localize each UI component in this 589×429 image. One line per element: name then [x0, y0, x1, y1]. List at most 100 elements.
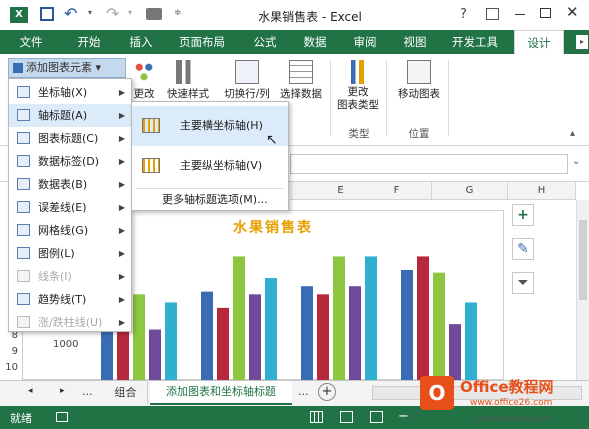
switch-row-column-button[interactable]: 切换行/列 [220, 60, 274, 101]
submenu-arrow-icon: ▶ [118, 203, 125, 212]
tab-formulas[interactable]: 公式 [242, 30, 288, 54]
chart-bar[interactable] [333, 256, 345, 381]
chart-bar[interactable] [365, 256, 377, 381]
sheet-tab-active[interactable]: 添加图表和坐标轴标题 [150, 381, 292, 405]
column-header-f[interactable]: F [362, 182, 432, 200]
tab-page-layout[interactable]: 页面布局 [168, 30, 236, 54]
customize-qat-icon[interactable]: ≑ [174, 8, 182, 18]
add-sheet-icon[interactable]: + [318, 383, 336, 401]
add-chart-element-button[interactable]: 添加图表元素 ▾ [8, 58, 126, 78]
page-layout-view-icon[interactable] [340, 411, 353, 423]
plot-area [101, 256, 477, 381]
y-axis-tick-label: 1000 [53, 339, 79, 350]
zoom-out-icon[interactable]: − [398, 409, 409, 424]
minimize-icon[interactable] [515, 14, 525, 15]
expand-formula-icon[interactable]: ⌄ [572, 156, 580, 167]
select-data-icon [289, 60, 313, 84]
tab-data[interactable]: 数据 [292, 30, 338, 54]
menu-item-2[interactable]: 图表标题(C) ▶ [9, 127, 131, 150]
formula-input[interactable] [290, 154, 568, 174]
submenu-arrow-icon: ▶ [118, 111, 125, 120]
chart-title[interactable]: 水果销售表 [218, 217, 328, 237]
collapse-ribbon-icon[interactable]: ▴ [570, 128, 575, 139]
submenu-arrow-icon: ▶ [118, 88, 125, 97]
vertical-scrollbar[interactable] [576, 200, 589, 380]
watermark-brand: Office教程网 [460, 378, 554, 396]
column-header-g[interactable]: G [432, 182, 508, 200]
chart-bar[interactable] [265, 278, 277, 381]
menu-item-icon [17, 86, 30, 98]
chart-bar[interactable] [249, 294, 261, 381]
chart-bar[interactable] [149, 329, 161, 381]
macro-record-icon[interactable] [56, 412, 68, 422]
chart-bar[interactable] [133, 294, 145, 381]
row-header-9[interactable]: 9 [0, 346, 22, 357]
scrollbar-thumb[interactable] [579, 220, 587, 300]
chart-bar[interactable] [165, 302, 177, 381]
tab-review[interactable]: 审阅 [342, 30, 388, 54]
chart-bar[interactable] [317, 294, 329, 381]
tab-home[interactable]: 开始 [66, 30, 112, 54]
tab-file[interactable]: 文件 [6, 30, 56, 54]
change-chart-type-button[interactable]: 更改 图表类型 [336, 60, 380, 112]
help-button[interactable]: ? [460, 7, 467, 22]
chart-bar[interactable] [349, 286, 361, 381]
undo-icon[interactable]: ↶ [64, 4, 77, 23]
chart-bar[interactable] [217, 307, 229, 381]
tab-view[interactable]: 视图 [392, 30, 438, 54]
sheet-scroll-left-icon[interactable]: ◂ [28, 386, 33, 396]
sheet-more-right[interactable]: ... [298, 385, 309, 398]
move-chart-button[interactable]: 移动图表 [394, 60, 444, 101]
chart-bar[interactable] [233, 256, 245, 381]
menu-item-4[interactable]: 数据表(B) ▶ [9, 173, 131, 196]
redo-dropdown-icon[interactable]: ▾ [128, 8, 132, 17]
column-header-h[interactable]: H [508, 182, 576, 200]
close-icon[interactable]: ✕ [566, 3, 579, 21]
more-axis-title-options-item[interactable]: 更多轴标题选项(M)... [132, 190, 288, 210]
menu-item-label: 图例(L) [38, 247, 75, 260]
menu-item-icon [17, 109, 30, 121]
ribbon-display-icon[interactable] [486, 8, 499, 20]
menu-item-9[interactable]: 趋势线(T) ▶ [9, 288, 131, 311]
chart-bar[interactable] [201, 291, 213, 381]
menu-item-6[interactable]: 网格线(G) ▶ [9, 219, 131, 242]
tab-scroll-right-icon[interactable]: ▸ [576, 35, 588, 49]
sheet-tab-combo[interactable]: 组合 [104, 382, 148, 404]
tab-insert[interactable]: 插入 [118, 30, 164, 54]
chart-bar[interactable] [433, 272, 445, 381]
chart-elements-plus-icon[interactable]: + [512, 204, 534, 226]
page-break-view-icon[interactable] [370, 411, 383, 423]
change-colors-button[interactable]: 更改 [130, 60, 158, 101]
sheet-more-left[interactable]: ... [82, 385, 93, 398]
chart-bar[interactable] [417, 256, 429, 381]
sheet-scroll-right-icon[interactable]: ▸ [60, 386, 65, 396]
chart-styles-brush-icon[interactable]: ✎ [512, 238, 534, 260]
submenu-arrow-icon: ▶ [118, 249, 125, 258]
add-chart-element-menu: 坐标轴(X) ▶ 轴标题(A) ▶ 图表标题(C) ▶ 数据标签(D) ▶ 数据表(B) ▶ 误差线… [8, 78, 132, 332]
redo-icon[interactable]: ↷ [106, 4, 119, 23]
undo-dropdown-icon[interactable]: ▾ [88, 8, 92, 17]
primary-vertical-axis-title-item[interactable]: 主要纵坐标轴(V) [132, 148, 288, 184]
menu-item-1[interactable]: 轴标题(A) ▶ [9, 104, 131, 127]
normal-view-icon[interactable] [310, 411, 323, 423]
chart-bar[interactable] [401, 269, 413, 381]
tab-design[interactable]: 设计 [514, 30, 564, 54]
vertical-axis-title-icon [142, 158, 160, 173]
chart-filters-funnel-icon[interactable]: ⏷ [512, 272, 534, 294]
chart-bar[interactable] [301, 286, 313, 381]
menu-item-7[interactable]: 图例(L) ▶ [9, 242, 131, 265]
menu-item-5[interactable]: 误差线(E) ▶ [9, 196, 131, 219]
quick-styles-button[interactable]: 快速样式 [162, 60, 214, 101]
axis-titles-submenu: 主要横坐标轴(H) ↖ 主要纵坐标轴(V) 更多轴标题选项(M)... [131, 101, 289, 211]
tab-developer[interactable]: 开发工具 [442, 30, 508, 54]
ribbon-tabs: 文件 开始 插入 页面布局 公式 数据 审阅 视图 开发工具 设计 ▸ [0, 30, 589, 54]
maximize-icon[interactable] [540, 8, 551, 18]
save-icon[interactable] [40, 7, 54, 21]
status-ready: 就绪 [10, 412, 32, 425]
primary-horizontal-axis-title-item[interactable]: 主要横坐标轴(H) ↖ [132, 106, 288, 148]
menu-item-3[interactable]: 数据标签(D) ▶ [9, 150, 131, 173]
camera-icon[interactable] [146, 8, 162, 20]
row-header-10[interactable]: 10 [0, 362, 22, 373]
menu-item-0[interactable]: 坐标轴(X) ▶ [9, 81, 131, 104]
select-data-button[interactable]: 选择数据 [276, 60, 326, 101]
